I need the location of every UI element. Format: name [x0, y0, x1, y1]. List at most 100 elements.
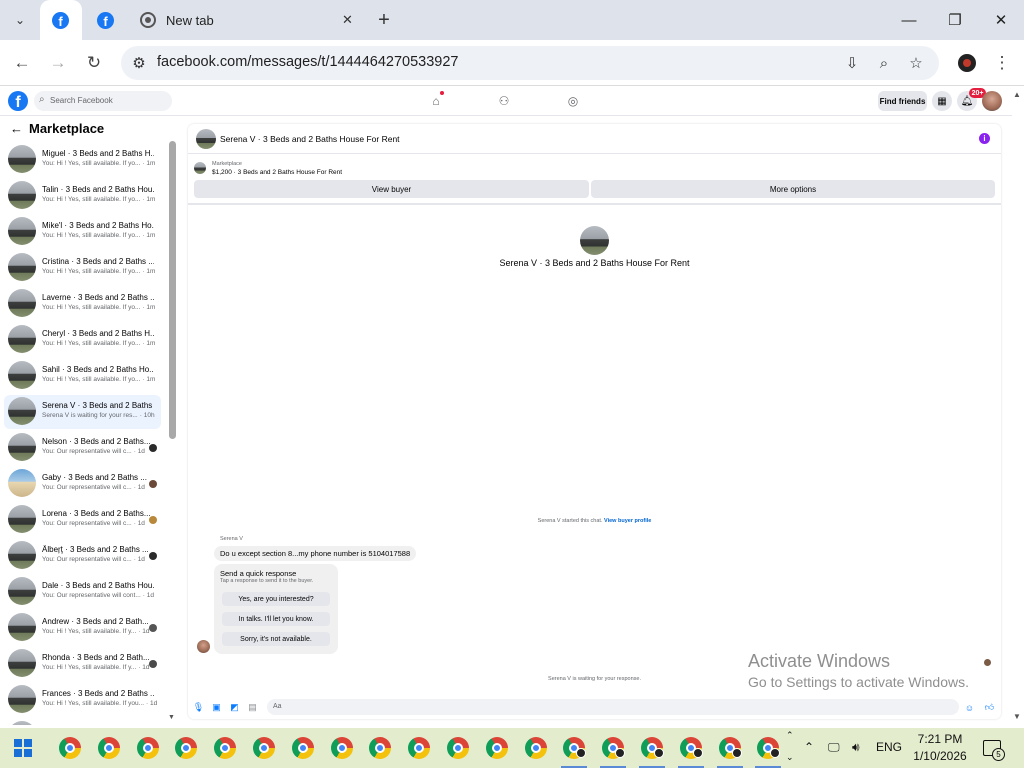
taskbar-chrome-app[interactable]	[212, 736, 238, 762]
taskbar-chrome-app[interactable]	[367, 736, 393, 762]
chat-title[interactable]: Serena V · 3 Beds and 2 Baths House For …	[220, 134, 400, 144]
photo-icon[interactable]: ▣	[211, 702, 222, 713]
chrome-icon	[408, 737, 431, 759]
forward-button[interactable]: →	[43, 48, 73, 78]
sticker-icon[interactable]: ◩	[229, 702, 240, 713]
taskbar-chrome-app[interactable]	[600, 736, 627, 768]
new-tab-button[interactable]: +	[372, 8, 396, 32]
facebook-logo[interactable]: f	[8, 91, 28, 111]
taskbar-chrome-app[interactable]	[329, 736, 355, 762]
taskbar-chrome-app[interactable]	[639, 736, 665, 768]
taskbar-chrome-app[interactable]	[173, 736, 199, 762]
conversation-preview-text: You: Hi ! Yes, still available. If yo...	[42, 160, 141, 167]
bookmark-star-icon[interactable]: ☆	[904, 51, 928, 75]
conversation-item[interactable]: Cheryl · 3 Beds and 2 Baths H... You: Hi …	[4, 323, 161, 357]
chat-avatar[interactable]	[196, 129, 216, 149]
more-options-button[interactable]: More options	[591, 180, 995, 198]
site-info-icon[interactable]: ⚙	[127, 51, 151, 75]
taskbar-scroll-up-icon[interactable]: ⌃	[786, 730, 794, 741]
profile-avatar[interactable]	[580, 226, 609, 255]
friends-nav-button[interactable]: ⚇	[496, 93, 512, 109]
tab-facebook[interactable]: f	[86, 0, 126, 40]
scroll-down-arrow[interactable]: ▼	[168, 714, 175, 721]
groups-nav-button[interactable]: ◎	[565, 93, 581, 109]
taskbar-chrome-app[interactable]	[523, 736, 549, 762]
page-scroll-up-arrow[interactable]: ▲	[1013, 90, 1021, 99]
conversation-item[interactable]: Talin · 3 Beds and 2 Baths Hou... You: Hi…	[4, 179, 161, 213]
close-window-button[interactable]: ✕	[978, 0, 1024, 40]
taskbar-chrome-app[interactable]	[290, 736, 316, 762]
conversation-item[interactable]: Nelson · 3 Beds and 2 Baths... You: Our r…	[4, 431, 161, 465]
taskbar-chrome-app[interactable]	[251, 736, 277, 762]
conversation-item[interactable]: Gaby · 3 Beds and 2 Baths ... You: Our re…	[4, 467, 161, 501]
conversation-item[interactable]: Laverne · 3 Beds and 2 Baths ... You: Hi …	[4, 287, 161, 321]
show-hidden-icons[interactable]: ⌃	[804, 740, 814, 754]
quick-response-yes[interactable]: Yes, are you interested?	[222, 592, 330, 606]
thumbs-up-icon[interactable]: 👍︎	[984, 702, 995, 713]
conversation-item[interactable]: Cristina · 3 Beds and 2 Baths ... You: Hi…	[4, 251, 161, 285]
profile-button[interactable]	[952, 48, 982, 78]
taskbar-chrome-app[interactable]	[57, 736, 83, 762]
taskbar-chrome-app[interactable]	[135, 736, 161, 762]
taskbar-chrome-app[interactable]	[406, 736, 432, 762]
taskbar-chrome-app[interactable]	[755, 736, 782, 768]
page-scroll-down-arrow[interactable]: ▼	[1013, 712, 1021, 721]
language-indicator[interactable]: ENG	[876, 740, 902, 754]
address-bar[interactable]: ⚙ facebook.com/messages/t/14444642705339…	[121, 46, 939, 80]
sidebar-scroll-thumb[interactable]	[169, 141, 176, 439]
network-icon[interactable]: 🖵︎	[828, 740, 840, 755]
reload-button[interactable]: ↻	[79, 48, 109, 78]
taskbar-chrome-app[interactable]	[484, 736, 510, 762]
menu-grid-button[interactable]: ▦	[932, 91, 952, 111]
account-avatar[interactable]	[982, 91, 1002, 111]
find-friends-button[interactable]: Find friends	[878, 91, 927, 111]
conversation-item[interactable]: Dale · 3 Beds and 2 Baths Hou... You: Our…	[4, 575, 161, 609]
conversation-item[interactable]: Miguel · 3 Beds and 2 Baths H... You: Hi …	[4, 143, 161, 177]
taskbar-chrome-app[interactable]	[677, 736, 704, 768]
tab-search-button[interactable]: ⌄	[8, 8, 32, 32]
home-nav-button[interactable]: ⌂	[428, 91, 444, 109]
taskbar-chrome-app[interactable]	[716, 736, 743, 768]
conversation-avatar	[8, 469, 36, 497]
back-arrow-icon[interactable]: ←	[10, 121, 23, 136]
close-tab-icon[interactable]: ✕	[342, 12, 353, 28]
restore-button[interactable]: ❐	[932, 0, 978, 40]
tab-new-tab[interactable]: New tab ✕	[130, 0, 360, 40]
conversation-item[interactable]: Lorena · 3 Beds and 2 Baths... You: Our r…	[4, 503, 161, 537]
conversation-avatar	[8, 505, 36, 533]
gif-icon[interactable]: ▤	[247, 702, 258, 713]
browser-menu-button[interactable]: ⋮	[987, 48, 1017, 78]
clock[interactable]: 7:21 PM 1/10/2026	[910, 731, 970, 765]
conversation-item[interactable]: Mike'l · 3 Beds and 2 Baths Ho... You: Hi…	[4, 215, 161, 249]
taskbar-chrome-app[interactable]	[96, 736, 122, 762]
facebook-search-input[interactable]: ⌕ Search Facebook	[34, 91, 172, 111]
quick-response-not-available[interactable]: Sorry, it's not available.	[222, 632, 330, 646]
install-app-icon[interactable]: ⇩	[840, 51, 864, 75]
info-icon[interactable]: i	[979, 133, 990, 144]
conversation-item[interactable]: Frances · 3 Beds and 2 Baths ... You: Hi …	[4, 683, 161, 717]
quick-response-in-talks[interactable]: In talks. I'll let you know.	[222, 612, 330, 626]
conversation-item[interactable]: Serena V · 3 Beds and 2 Baths ... Serena …	[4, 395, 161, 429]
back-button[interactable]: ←	[7, 48, 37, 78]
taskbar-chrome-app[interactable]	[561, 736, 588, 768]
minimize-button[interactable]: —	[886, 0, 932, 40]
emoji-icon[interactable]: ☺	[964, 702, 975, 713]
conversation-item[interactable]: Rhonda · 3 Beds and 2 Bath... You: Hi ! Y…	[4, 647, 161, 681]
microphone-icon[interactable]: 🎙︎	[193, 702, 204, 713]
volume-icon[interactable]: 🔊︎	[852, 740, 860, 755]
zoom-icon[interactable]: ⌕	[872, 51, 896, 75]
message-input[interactable]: Aa	[267, 699, 959, 715]
listing-thumbnail[interactable]	[194, 162, 206, 174]
tab-facebook-active[interactable]: f	[40, 0, 82, 40]
conversation-item[interactable]: John · 3 Beds and 2 Baths H...	[4, 719, 161, 725]
conversation-item[interactable]: Andrew · 3 Beds and 2 Bath... You: Hi ! Y…	[4, 611, 161, 645]
view-buyer-button[interactable]: View buyer	[194, 180, 589, 198]
url-text[interactable]: facebook.com/messages/t/1444464270533927	[157, 54, 459, 70]
conversation-item[interactable]: Ålbeŗţ · 3 Beds and 2 Baths ... You: Our …	[4, 539, 161, 573]
taskbar-scroll-down-icon[interactable]: ⌄	[786, 752, 794, 763]
facebook-icon: f	[97, 11, 114, 29]
conversation-item[interactable]: Sahil · 3 Beds and 2 Baths Ho... You: Hi …	[4, 359, 161, 393]
windows-start-icon[interactable]	[14, 739, 32, 757]
view-buyer-profile-link[interactable]: View buyer profile	[604, 518, 651, 524]
taskbar-chrome-app[interactable]	[445, 736, 471, 762]
